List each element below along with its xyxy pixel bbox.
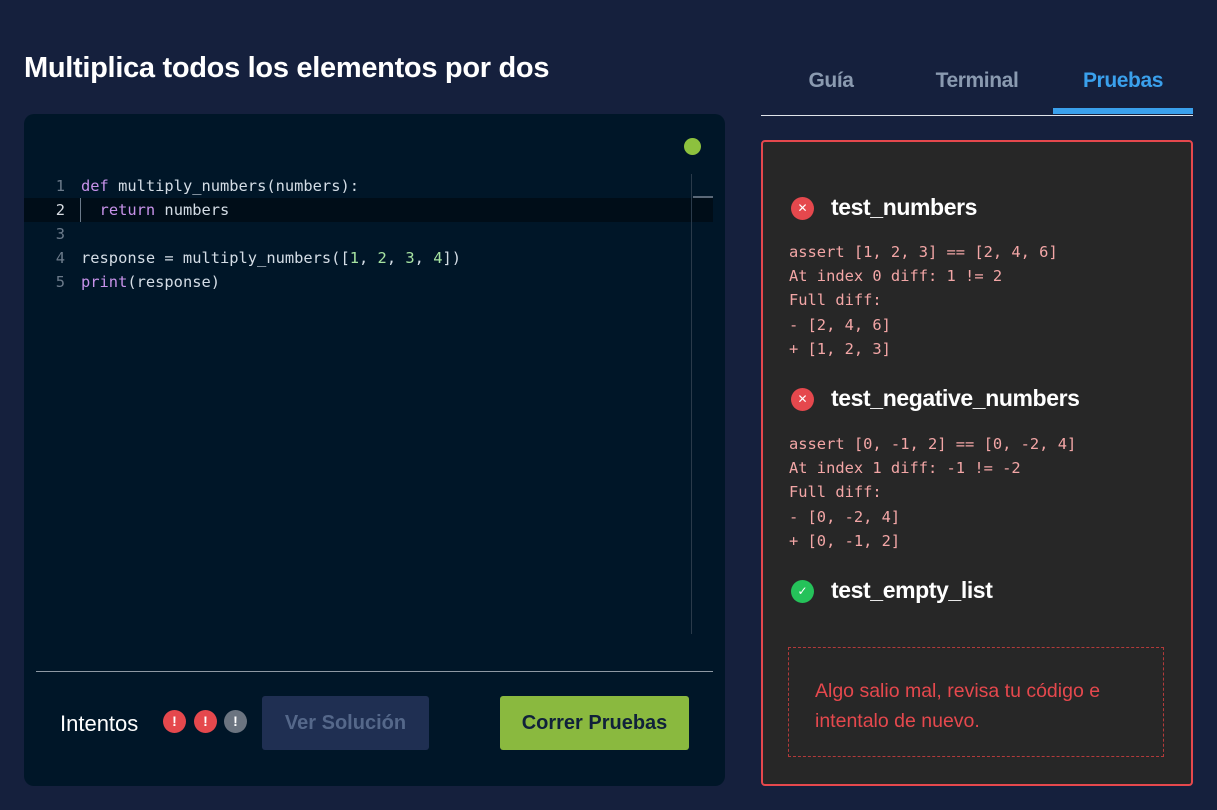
attempt-used-icon: ! bbox=[163, 710, 186, 733]
code-line[interactable]: 1 def multiply_numbers(numbers): bbox=[24, 174, 713, 198]
check-icon: ✓ bbox=[791, 580, 814, 603]
tab-tests[interactable]: Pruebas bbox=[1053, 60, 1193, 114]
code-line[interactable]: 4 response = multiply_numbers([1, 2, 3, 4… bbox=[24, 246, 713, 270]
attempt-remaining-icon: ! bbox=[224, 710, 247, 733]
status-indicator bbox=[684, 138, 701, 155]
attempts-label: Intentos bbox=[60, 711, 139, 736]
view-solution-button[interactable]: Ver Solución bbox=[262, 696, 429, 750]
code-text[interactable]: print(response) bbox=[81, 270, 220, 294]
code-text[interactable]: def multiply_numbers(numbers): bbox=[81, 174, 359, 198]
run-tests-button[interactable]: Correr Pruebas bbox=[500, 696, 689, 750]
test-output: assert [0, -1, 2] == [0, -2, 4] At index… bbox=[789, 435, 1077, 550]
line-number: 1 bbox=[55, 177, 65, 195]
code-text[interactable]: response = multiply_numbers([1, 2, 3, 4]… bbox=[81, 246, 461, 270]
code-editor-panel: 1 def multiply_numbers(numbers): 2 return … bbox=[24, 114, 725, 786]
tab-divider bbox=[761, 115, 1193, 116]
editor-scrollbar-thumb[interactable] bbox=[693, 196, 713, 198]
test-output: assert [1, 2, 3] == [2, 4, 6] At index 0… bbox=[789, 243, 1058, 358]
test-name: test_negative_numbers bbox=[831, 385, 1080, 411]
attempt-used-icon: ! bbox=[194, 710, 217, 733]
code-line[interactable]: 2 return numbers bbox=[24, 198, 713, 222]
test-name: test_empty_list bbox=[831, 577, 993, 603]
test-results-panel: ✕ test_numbers assert [1, 2, 3] == [2, 4… bbox=[761, 140, 1193, 786]
code-line[interactable]: 5 print(response) bbox=[24, 270, 713, 294]
line-number: 5 bbox=[55, 273, 65, 291]
error-message-box: Algo salio mal, revisa tu código e inten… bbox=[788, 647, 1164, 757]
line-number: 3 bbox=[55, 225, 65, 243]
error-message: Algo salio mal, revisa tu código e inten… bbox=[815, 680, 1101, 732]
tab-guide[interactable]: Guía bbox=[779, 60, 883, 114]
page-title: Multiplica todos los elementos por dos bbox=[24, 52, 550, 84]
code-text[interactable]: return numbers bbox=[80, 198, 229, 222]
line-number: 2 bbox=[55, 201, 65, 219]
tab-terminal[interactable]: Terminal bbox=[919, 60, 1035, 114]
test-name: test_numbers bbox=[831, 194, 978, 220]
code-line[interactable]: 3 bbox=[24, 222, 713, 246]
editor-divider bbox=[36, 671, 713, 672]
editor-scrollbar[interactable] bbox=[691, 174, 692, 634]
tab-bar: Guía Terminal Pruebas bbox=[761, 60, 1193, 116]
line-number: 4 bbox=[55, 249, 65, 267]
close-icon: ✕ bbox=[791, 388, 814, 411]
close-icon: ✕ bbox=[791, 197, 814, 220]
code-editor[interactable]: 1 def multiply_numbers(numbers): 2 return … bbox=[24, 174, 713, 634]
